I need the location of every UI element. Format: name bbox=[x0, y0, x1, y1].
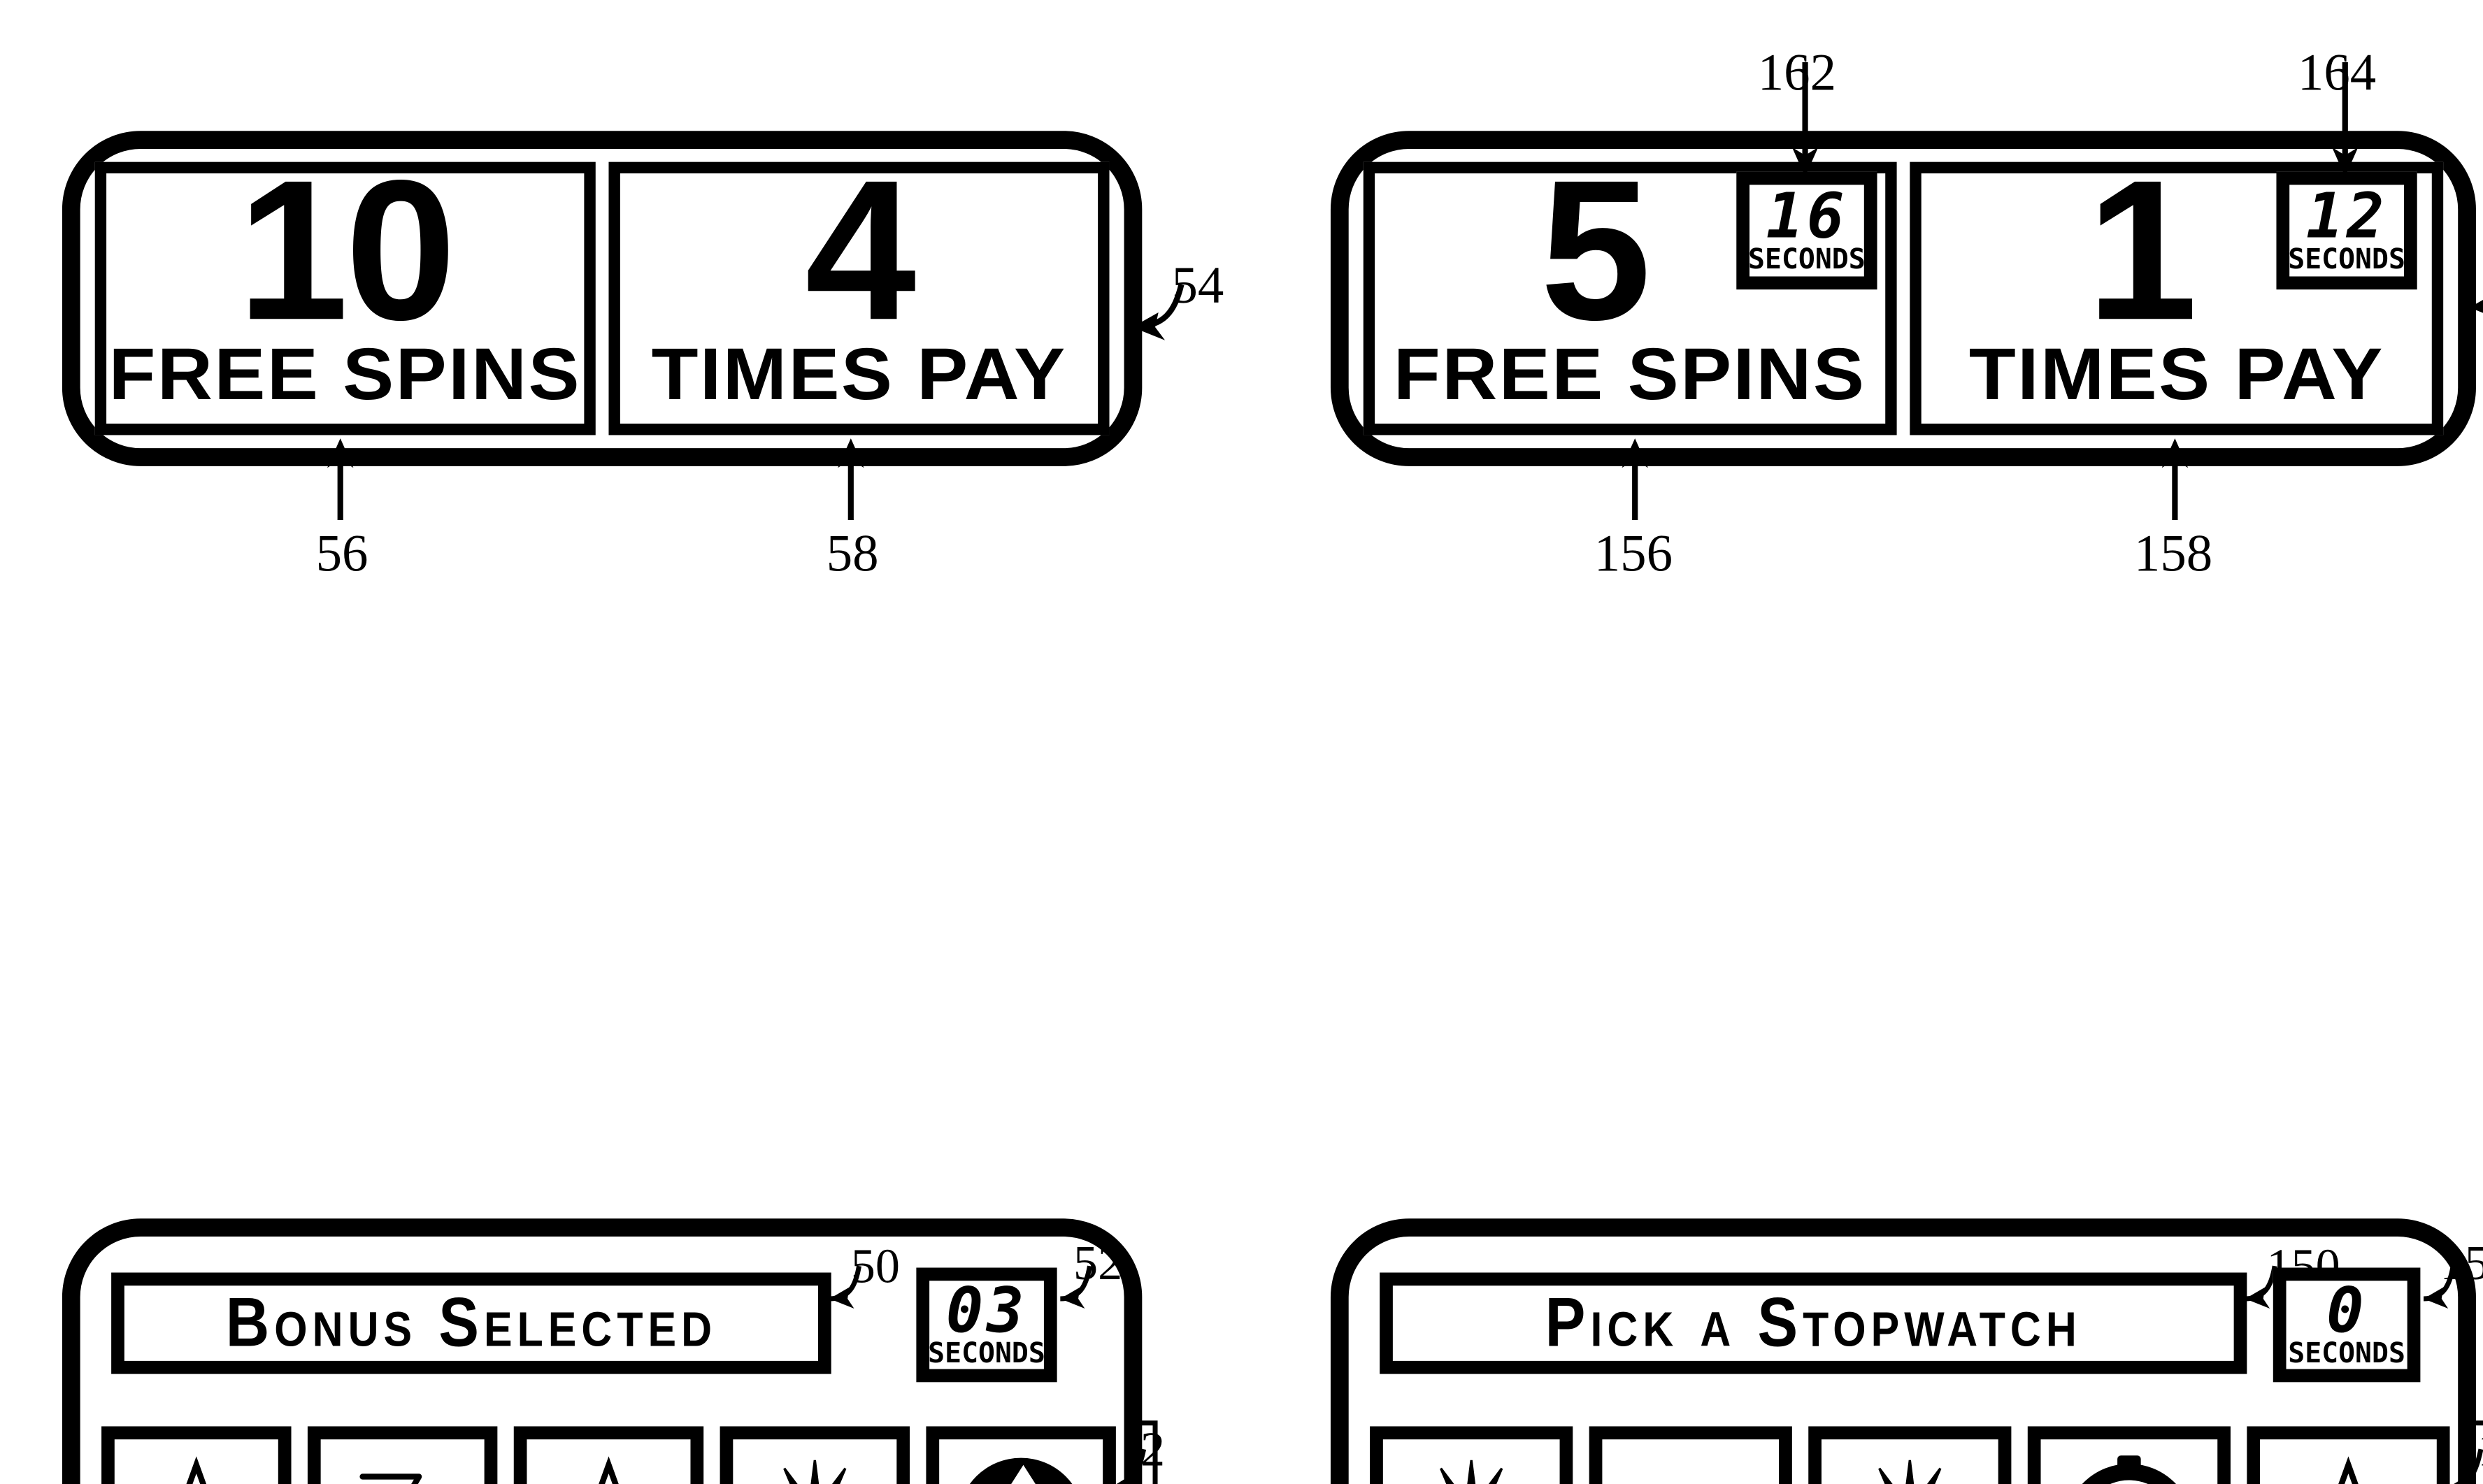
right-times-pay-value: 1 bbox=[2087, 138, 2198, 362]
left-free-spins-value: 10 bbox=[237, 138, 457, 362]
left-times-pay-value: 4 bbox=[805, 138, 916, 362]
right-timer-badge: 0 SECONDS bbox=[2273, 1267, 2421, 1383]
right-timer-unit: SECONDS bbox=[2288, 1337, 2405, 1370]
left-times-pay-leader bbox=[838, 438, 864, 521]
right-free-spins-ref: 156 bbox=[1594, 523, 1673, 583]
right-times-pay-timer-badge: 12 SECONDS bbox=[2276, 171, 2417, 290]
grid-cell[interactable] bbox=[1808, 1426, 2012, 1484]
star-outline-icon bbox=[538, 1451, 679, 1484]
starburst-icon bbox=[1833, 1451, 1987, 1484]
star-outline-icon bbox=[2271, 1451, 2425, 1484]
figure-left: 10 FREE SPINS 4 TIMES PAY 54 56 58 Bonus… bbox=[0, 0, 1242, 1484]
grid-cell[interactable] bbox=[101, 1426, 292, 1484]
grid-cell[interactable] bbox=[1589, 1426, 1792, 1484]
stopwatch-icon bbox=[2052, 1451, 2206, 1484]
left-award-panel-ref: 54 bbox=[1171, 255, 1224, 315]
right-times-pay-timer-ref: 164 bbox=[2297, 42, 2377, 102]
grid-cell[interactable] bbox=[720, 1426, 910, 1484]
right-free-spins-timer-badge: 16 SECONDS bbox=[1736, 171, 1877, 290]
right-title-bar: Pick a Stopwatch bbox=[1380, 1272, 2247, 1374]
right-times-pay-timer-unit: SECONDS bbox=[2288, 243, 2405, 276]
left-times-pay-box[interactable]: 4 TIMES PAY bbox=[608, 138, 1110, 435]
star-outline-icon bbox=[126, 1451, 266, 1484]
right-times-pay-ref: 158 bbox=[2133, 523, 2213, 583]
grid-cell[interactable] bbox=[1370, 1426, 1573, 1484]
figure-right: 5 FREE SPINS 1 TIMES PAY 16 SECONDS 162 … bbox=[1259, 0, 2483, 1484]
chevron-down-icon bbox=[1614, 1451, 1768, 1484]
left-free-spins-caption: FREE SPINS bbox=[109, 332, 582, 416]
grid-cell[interactable] bbox=[307, 1426, 498, 1484]
left-title-bar: Bonus Selected bbox=[111, 1272, 831, 1374]
row-bracket bbox=[2463, 1420, 2483, 1426]
grid-cell[interactable] bbox=[513, 1426, 704, 1484]
grid-cell[interactable] bbox=[2027, 1426, 2231, 1484]
right-free-spins-timer-ref: 162 bbox=[1757, 42, 1837, 102]
left-times-pay-caption: TIMES PAY bbox=[651, 332, 1067, 416]
grid-cell[interactable] bbox=[926, 1426, 1116, 1484]
right-free-spins-timer-value: 16 bbox=[1766, 179, 1848, 252]
patent-figure-page: 10 FREE SPINS 4 TIMES PAY 54 56 58 Bonus… bbox=[0, 0, 2483, 1484]
right-times-pay-timer-value: 12 bbox=[2305, 179, 2388, 252]
right-timer-value: 0 bbox=[2326, 1273, 2368, 1346]
left-timer-ref: 52 bbox=[1073, 1237, 1123, 1291]
left-timer-badge: 03 SECONDS bbox=[916, 1267, 1057, 1383]
left-title-text: Bonus Selected bbox=[225, 1283, 717, 1361]
left-free-spins-leader bbox=[327, 438, 354, 521]
starburst-icon bbox=[745, 1451, 885, 1484]
left-free-spins-ref: 56 bbox=[315, 523, 368, 583]
left-title-ref: 50 bbox=[850, 1239, 900, 1294]
selected-burst-arrows-icon bbox=[951, 1451, 1092, 1484]
starburst-icon bbox=[1394, 1451, 1548, 1484]
right-award-panel-leader bbox=[2469, 300, 2483, 313]
right-title-text: Pick a Stopwatch bbox=[1545, 1283, 2082, 1361]
left-timer-unit: SECONDS bbox=[928, 1337, 1045, 1370]
left-free-spins-box[interactable]: 10 FREE SPINS bbox=[94, 138, 596, 435]
double-seven-icon bbox=[332, 1451, 473, 1484]
right-times-pay-caption: TIMES PAY bbox=[1968, 332, 2384, 416]
left-timer-value: 03 bbox=[945, 1273, 1028, 1346]
grid-cell[interactable] bbox=[2247, 1426, 2450, 1484]
right-free-spins-leader bbox=[1622, 438, 1648, 521]
right-free-spins-timer-unit: SECONDS bbox=[1748, 243, 1866, 276]
row-bracket bbox=[1129, 1420, 1158, 1484]
left-award-inner: 10 FREE SPINS 4 TIMES PAY bbox=[94, 138, 1110, 435]
right-free-spins-caption: FREE SPINS bbox=[1394, 332, 1866, 416]
right-timer-ref: 152 bbox=[2440, 1237, 2483, 1291]
right-free-spins-value: 5 bbox=[1540, 138, 1652, 362]
right-times-pay-leader bbox=[2161, 438, 2189, 521]
left-times-pay-ref: 58 bbox=[826, 523, 879, 583]
